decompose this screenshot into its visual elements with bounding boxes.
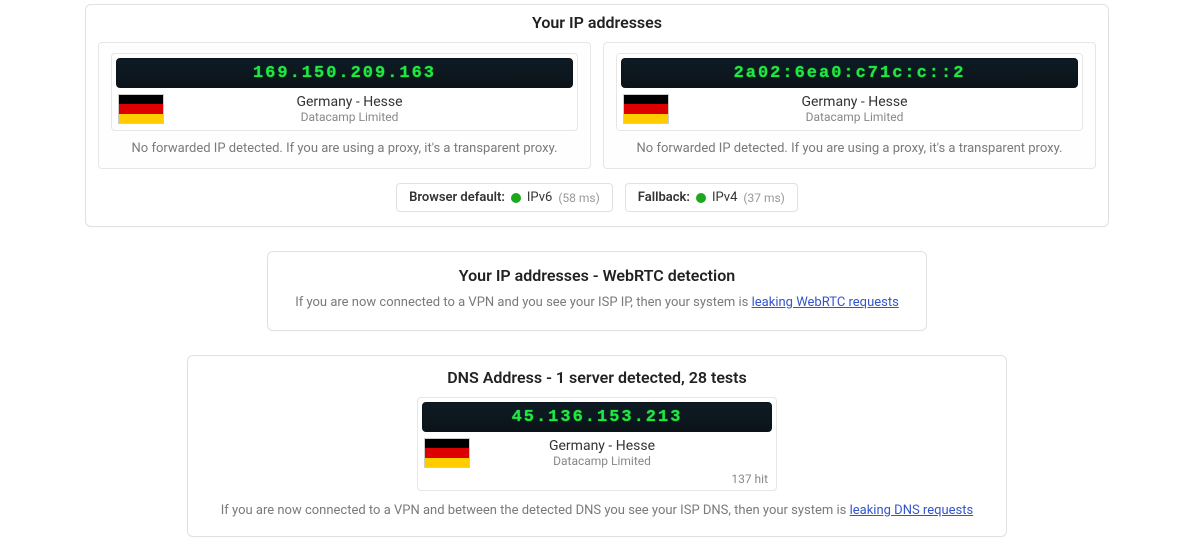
protocol-chip-fallback: Fallback: IPv4 (37 ms): [625, 183, 798, 212]
ip-section-title: Your IP addresses: [98, 13, 1096, 32]
ip-column-ipv4: 169.150.209.163 Germany - Hesse Datacamp…: [98, 42, 591, 169]
ip-block-ipv6: 2a02:6ea0:c71c:c::2 Germany - Hesse Data…: [616, 53, 1083, 131]
proxy-note: No forwarded IP detected. If you are usi…: [111, 141, 578, 156]
ip-address-value: 169.150.209.163: [116, 58, 573, 88]
dns-note: If you are now connected to a VPN and be…: [204, 503, 990, 518]
dns-location: Germany - Hesse: [428, 438, 776, 454]
protocol-label: Browser default:: [409, 190, 505, 205]
protocol-row: Browser default: IPv6 (58 ms) Fallback: …: [98, 183, 1096, 212]
webrtc-title: Your IP addresses - WebRTC detection: [286, 266, 908, 285]
ip-isp: Datacamp Limited: [122, 110, 577, 124]
ip-location: Germany - Hesse: [122, 94, 577, 110]
proxy-note: No forwarded IP detected. If you are usi…: [616, 141, 1083, 156]
status-dot-icon: [511, 193, 521, 203]
dns-card: DNS Address - 1 server detected, 28 test…: [187, 355, 1007, 537]
webrtc-leak-link[interactable]: leaking WebRTC requests: [752, 295, 899, 310]
dns-text: If you are now connected to a VPN and be…: [221, 503, 850, 518]
dns-server-block: 45.136.153.213 Germany - Hesse Datacamp …: [417, 397, 777, 491]
protocol-latency: (58 ms): [558, 191, 599, 205]
ip-address-value: 2a02:6ea0:c71c:c::2: [621, 58, 1078, 88]
ip-addresses-card: Your IP addresses 169.150.209.163 German…: [85, 4, 1109, 227]
status-dot-icon: [696, 193, 706, 203]
protocol-latency: (37 ms): [743, 191, 784, 205]
dns-ip-value: 45.136.153.213: [422, 402, 772, 432]
ip-block-ipv4: 169.150.209.163 Germany - Hesse Datacamp…: [111, 53, 578, 131]
ip-column-ipv6: 2a02:6ea0:c71c:c::2 Germany - Hesse Data…: [603, 42, 1096, 169]
dns-leak-link[interactable]: leaking DNS requests: [850, 503, 974, 518]
protocol-value: IPv4: [712, 190, 737, 205]
webrtc-note: If you are now connected to a VPN and yo…: [286, 295, 908, 310]
ip-location: Germany - Hesse: [627, 94, 1082, 110]
protocol-value: IPv6: [527, 190, 552, 205]
webrtc-card: Your IP addresses - WebRTC detection If …: [267, 251, 927, 331]
webrtc-text: If you are now connected to a VPN and yo…: [295, 295, 751, 310]
dns-isp: Datacamp Limited: [428, 454, 776, 468]
dns-title: DNS Address - 1 server detected, 28 test…: [204, 368, 990, 387]
protocol-chip-default: Browser default: IPv6 (58 ms): [396, 183, 613, 212]
ip-columns-row: 169.150.209.163 Germany - Hesse Datacamp…: [98, 42, 1096, 169]
protocol-label: Fallback:: [638, 190, 690, 205]
dns-hit-count: 137 hit: [418, 472, 776, 486]
ip-isp: Datacamp Limited: [627, 110, 1082, 124]
